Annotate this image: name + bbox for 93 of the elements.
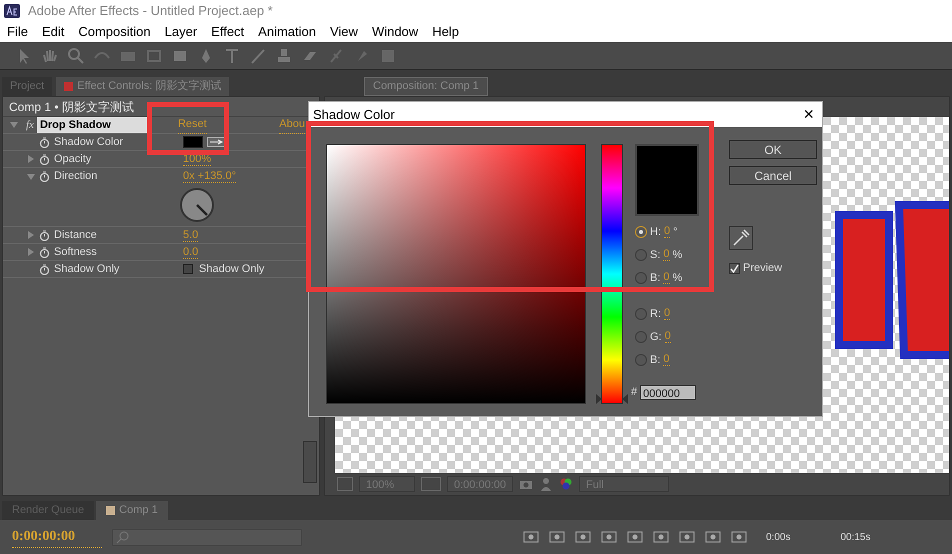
radio-button[interactable] bbox=[635, 249, 647, 261]
menu-item[interactable]: Composition bbox=[78, 22, 151, 42]
field-value[interactable]: 0 bbox=[663, 354, 670, 366]
property-name: Shadow Color bbox=[54, 134, 124, 150]
property-value[interactable]: 0x +135.0° bbox=[183, 170, 236, 182]
angle-dial[interactable] bbox=[179, 187, 215, 223]
checkbox-label: Shadow Only bbox=[199, 262, 264, 277]
ruler-label: 0:00s bbox=[766, 530, 790, 544]
unit-label: % bbox=[672, 248, 682, 263]
stopwatch-icon[interactable] bbox=[39, 246, 50, 258]
unit-label: % bbox=[672, 270, 682, 286]
about-link[interactable]: Abou bbox=[279, 116, 305, 134]
radio-button[interactable] bbox=[635, 272, 647, 284]
hex-input-field[interactable]: 000000 bbox=[640, 384, 696, 400]
tab-label: Comp 1 bbox=[119, 503, 158, 518]
menu-item[interactable]: Animation bbox=[258, 22, 316, 42]
checkbox[interactable] bbox=[729, 262, 740, 274]
panel-tab[interactable]: Effect Controls: 阴影文字测试 bbox=[56, 77, 230, 96]
hex-label: # bbox=[631, 385, 638, 400]
saturation-brightness-field[interactable] bbox=[326, 144, 586, 404]
app-icon bbox=[4, 4, 20, 18]
lock-icon[interactable] bbox=[64, 82, 74, 91]
stopwatch-icon[interactable] bbox=[39, 170, 50, 182]
field-value[interactable]: 0 bbox=[663, 272, 670, 284]
check-icon bbox=[730, 264, 739, 273]
grid-icon[interactable] bbox=[421, 477, 441, 491]
stopwatch-icon[interactable] bbox=[39, 230, 50, 240]
dialog-button[interactable]: OK bbox=[729, 140, 817, 159]
unit-label: ° bbox=[673, 224, 678, 240]
property-value[interactable]: 0.0 bbox=[183, 246, 198, 258]
checkbox[interactable] bbox=[183, 264, 193, 274]
eyedropper-button[interactable] bbox=[729, 226, 753, 250]
property-name: Shadow Only bbox=[54, 262, 120, 277]
menu-item[interactable]: Help bbox=[432, 22, 459, 42]
property-name: Direction bbox=[54, 168, 98, 184]
menu-item[interactable]: File bbox=[7, 22, 28, 42]
radio-button[interactable] bbox=[635, 226, 647, 238]
effect-name: Drop Shadow bbox=[36, 116, 149, 134]
field-value[interactable]: 0 bbox=[663, 249, 670, 261]
camera-icon[interactable] bbox=[519, 478, 533, 490]
menu-item[interactable]: Effect bbox=[211, 22, 244, 42]
stopwatch-icon[interactable] bbox=[39, 154, 50, 164]
stopwatch-icon[interactable] bbox=[39, 136, 50, 148]
reset-link[interactable]: Reset bbox=[178, 116, 207, 134]
radio-button[interactable] bbox=[635, 308, 647, 320]
eyedropper-icon[interactable] bbox=[207, 137, 225, 147]
menu-item[interactable]: Edit bbox=[42, 22, 64, 42]
hue-slider[interactable] bbox=[596, 144, 628, 404]
field-label: R: bbox=[650, 306, 661, 322]
property-name: Distance bbox=[54, 228, 98, 243]
panel-tab[interactable]: Comp 1 bbox=[96, 501, 168, 520]
disclosure-triangle-icon[interactable] bbox=[27, 248, 35, 256]
search-field[interactable] bbox=[112, 528, 302, 546]
tab-label: Effect Controls: 阴影文字测试 bbox=[77, 78, 222, 94]
hue-slider-thumb[interactable] bbox=[596, 394, 628, 404]
field-label: B: bbox=[650, 270, 660, 286]
checkbox-label: Preview bbox=[743, 261, 782, 276]
property-name: Opacity bbox=[54, 152, 92, 167]
field-label: B: bbox=[650, 352, 660, 368]
disclosure-triangle-icon[interactable] bbox=[9, 120, 19, 130]
color-circles-icon[interactable] bbox=[559, 477, 573, 491]
disclosure-triangle-icon[interactable] bbox=[27, 155, 35, 163]
property-name: Softness bbox=[54, 244, 98, 260]
panel-tab[interactable]: Composition: Comp 1 bbox=[364, 77, 488, 96]
color-swatch[interactable] bbox=[183, 136, 203, 148]
field-value[interactable]: 0 bbox=[664, 331, 671, 343]
disclosure-triangle-icon[interactable] bbox=[27, 231, 35, 239]
zoom-tool-icon[interactable] bbox=[66, 46, 86, 66]
dialog-button[interactable]: Cancel bbox=[729, 166, 817, 185]
field-value[interactable]: 0 bbox=[664, 226, 670, 238]
radio-button[interactable] bbox=[635, 354, 647, 366]
timecode[interactable]: 0:00:00:00 bbox=[12, 526, 102, 548]
person-icon[interactable] bbox=[539, 477, 553, 491]
radio-button[interactable] bbox=[635, 331, 647, 343]
property-value[interactable]: 5.0 bbox=[183, 228, 198, 242]
color-preview-swatch bbox=[635, 144, 699, 216]
comp-icon bbox=[106, 506, 116, 515]
close-button[interactable]: × bbox=[799, 101, 818, 128]
window-title: Adobe After Effects - Untitled Project.aep * bbox=[28, 2, 273, 20]
field-value[interactable]: 0 bbox=[664, 308, 670, 320]
dialog-title: Shadow Color bbox=[313, 106, 395, 124]
disclosure-triangle-icon[interactable] bbox=[27, 172, 35, 180]
ruler-label: 00:15s bbox=[840, 530, 870, 544]
monitor-icon[interactable] bbox=[337, 477, 353, 491]
field-label: G: bbox=[650, 330, 662, 345]
field-label: H: bbox=[650, 224, 661, 240]
menu-item[interactable]: Window bbox=[372, 22, 418, 42]
fx-label: fx bbox=[26, 118, 34, 133]
field-label: S: bbox=[650, 248, 660, 263]
menu-item[interactable]: Layer bbox=[164, 22, 198, 42]
stopwatch-icon[interactable] bbox=[39, 264, 50, 274]
scrollbar[interactable] bbox=[303, 441, 317, 483]
menu-item[interactable]: View bbox=[330, 22, 358, 42]
